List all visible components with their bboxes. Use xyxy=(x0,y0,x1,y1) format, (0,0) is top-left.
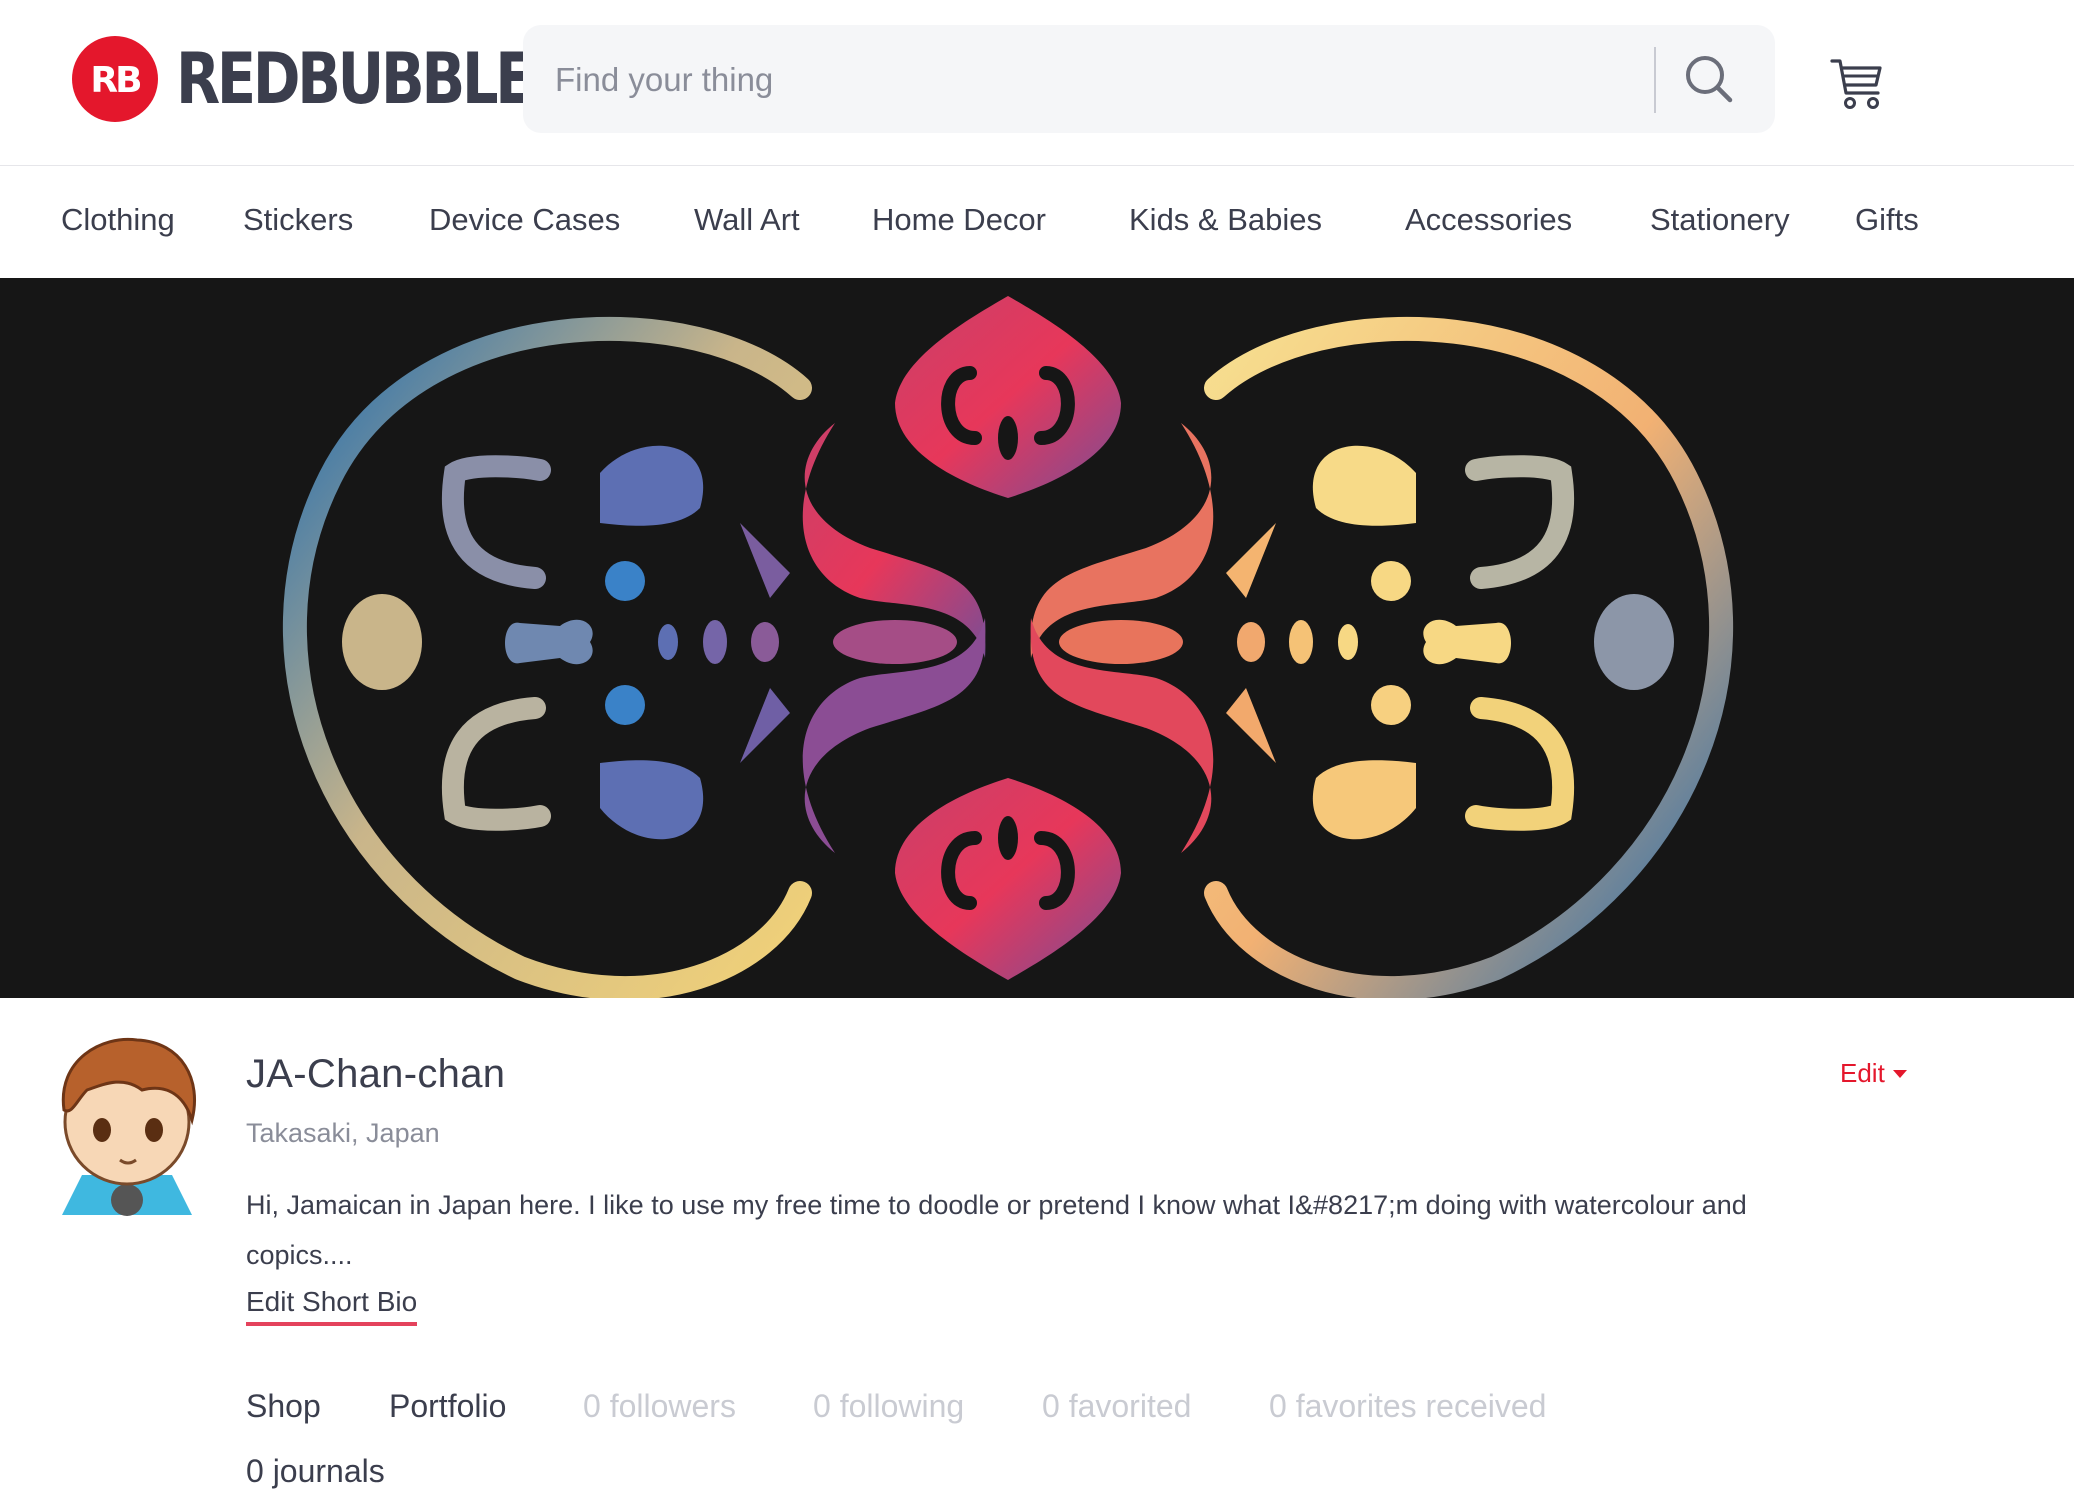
search-input[interactable] xyxy=(553,53,1657,107)
tab-portfolio[interactable]: Portfolio xyxy=(389,1388,506,1425)
profile-location: Takasaki, Japan xyxy=(246,1118,440,1148)
edit-label: Edit xyxy=(1840,1058,1885,1088)
cover-artwork xyxy=(282,296,1734,998)
cart-icon[interactable] xyxy=(1828,55,1888,113)
nav-item-accessories[interactable]: Accessories xyxy=(1405,202,1572,238)
nav-item-wall-art[interactable]: Wall Art xyxy=(694,202,800,238)
site-header: RB REDBUBBLE xyxy=(0,0,2074,166)
nav-item-stationery[interactable]: Stationery xyxy=(1650,202,1790,238)
profile-bio: Hi, Jamaican in Japan here. I like to us… xyxy=(246,1190,1747,1270)
stat-favorites-received: 0 favorites received xyxy=(1269,1388,1547,1424)
redbubble-logo-icon: RB xyxy=(72,36,158,122)
nav-item-device-cases[interactable]: Device Cases xyxy=(429,202,620,238)
edit-dropdown[interactable]: Edit xyxy=(1840,1058,1907,1089)
stat-followers: 0 followers xyxy=(583,1388,736,1424)
nav-item-kids-babies[interactable]: Kids & Babies xyxy=(1129,202,1322,238)
search-button[interactable] xyxy=(1673,43,1745,115)
edit-short-bio-link[interactable]: Edit Short Bio xyxy=(246,1286,418,1326)
stat-favorited: 0 favorited xyxy=(1042,1388,1192,1424)
profile-username: JA-Chan-chan xyxy=(246,1052,506,1096)
brand-name: REDBUBBLE xyxy=(176,38,534,120)
tab-shop[interactable]: Shop xyxy=(246,1388,321,1425)
caret-down-icon xyxy=(1892,1069,1907,1078)
stat-following: 0 following xyxy=(813,1388,965,1424)
nav-item-gifts[interactable]: Gifts xyxy=(1855,202,1919,238)
search-divider xyxy=(1654,47,1656,113)
search-icon xyxy=(1686,56,1733,103)
avatar[interactable] xyxy=(42,1030,212,1220)
svg-text:RB: RB xyxy=(90,60,140,101)
profile-cover-banner xyxy=(0,278,2074,998)
tab-journals[interactable]: 0 journals xyxy=(246,1453,385,1490)
nav-item-stickers[interactable]: Stickers xyxy=(243,202,353,238)
nav-item-home-decor[interactable]: Home Decor xyxy=(872,202,1046,238)
category-nav: Clothing Stickers Device Cases Wall Art … xyxy=(0,166,2074,278)
nav-item-clothing[interactable]: Clothing xyxy=(61,202,175,238)
search-bar xyxy=(523,25,1775,133)
